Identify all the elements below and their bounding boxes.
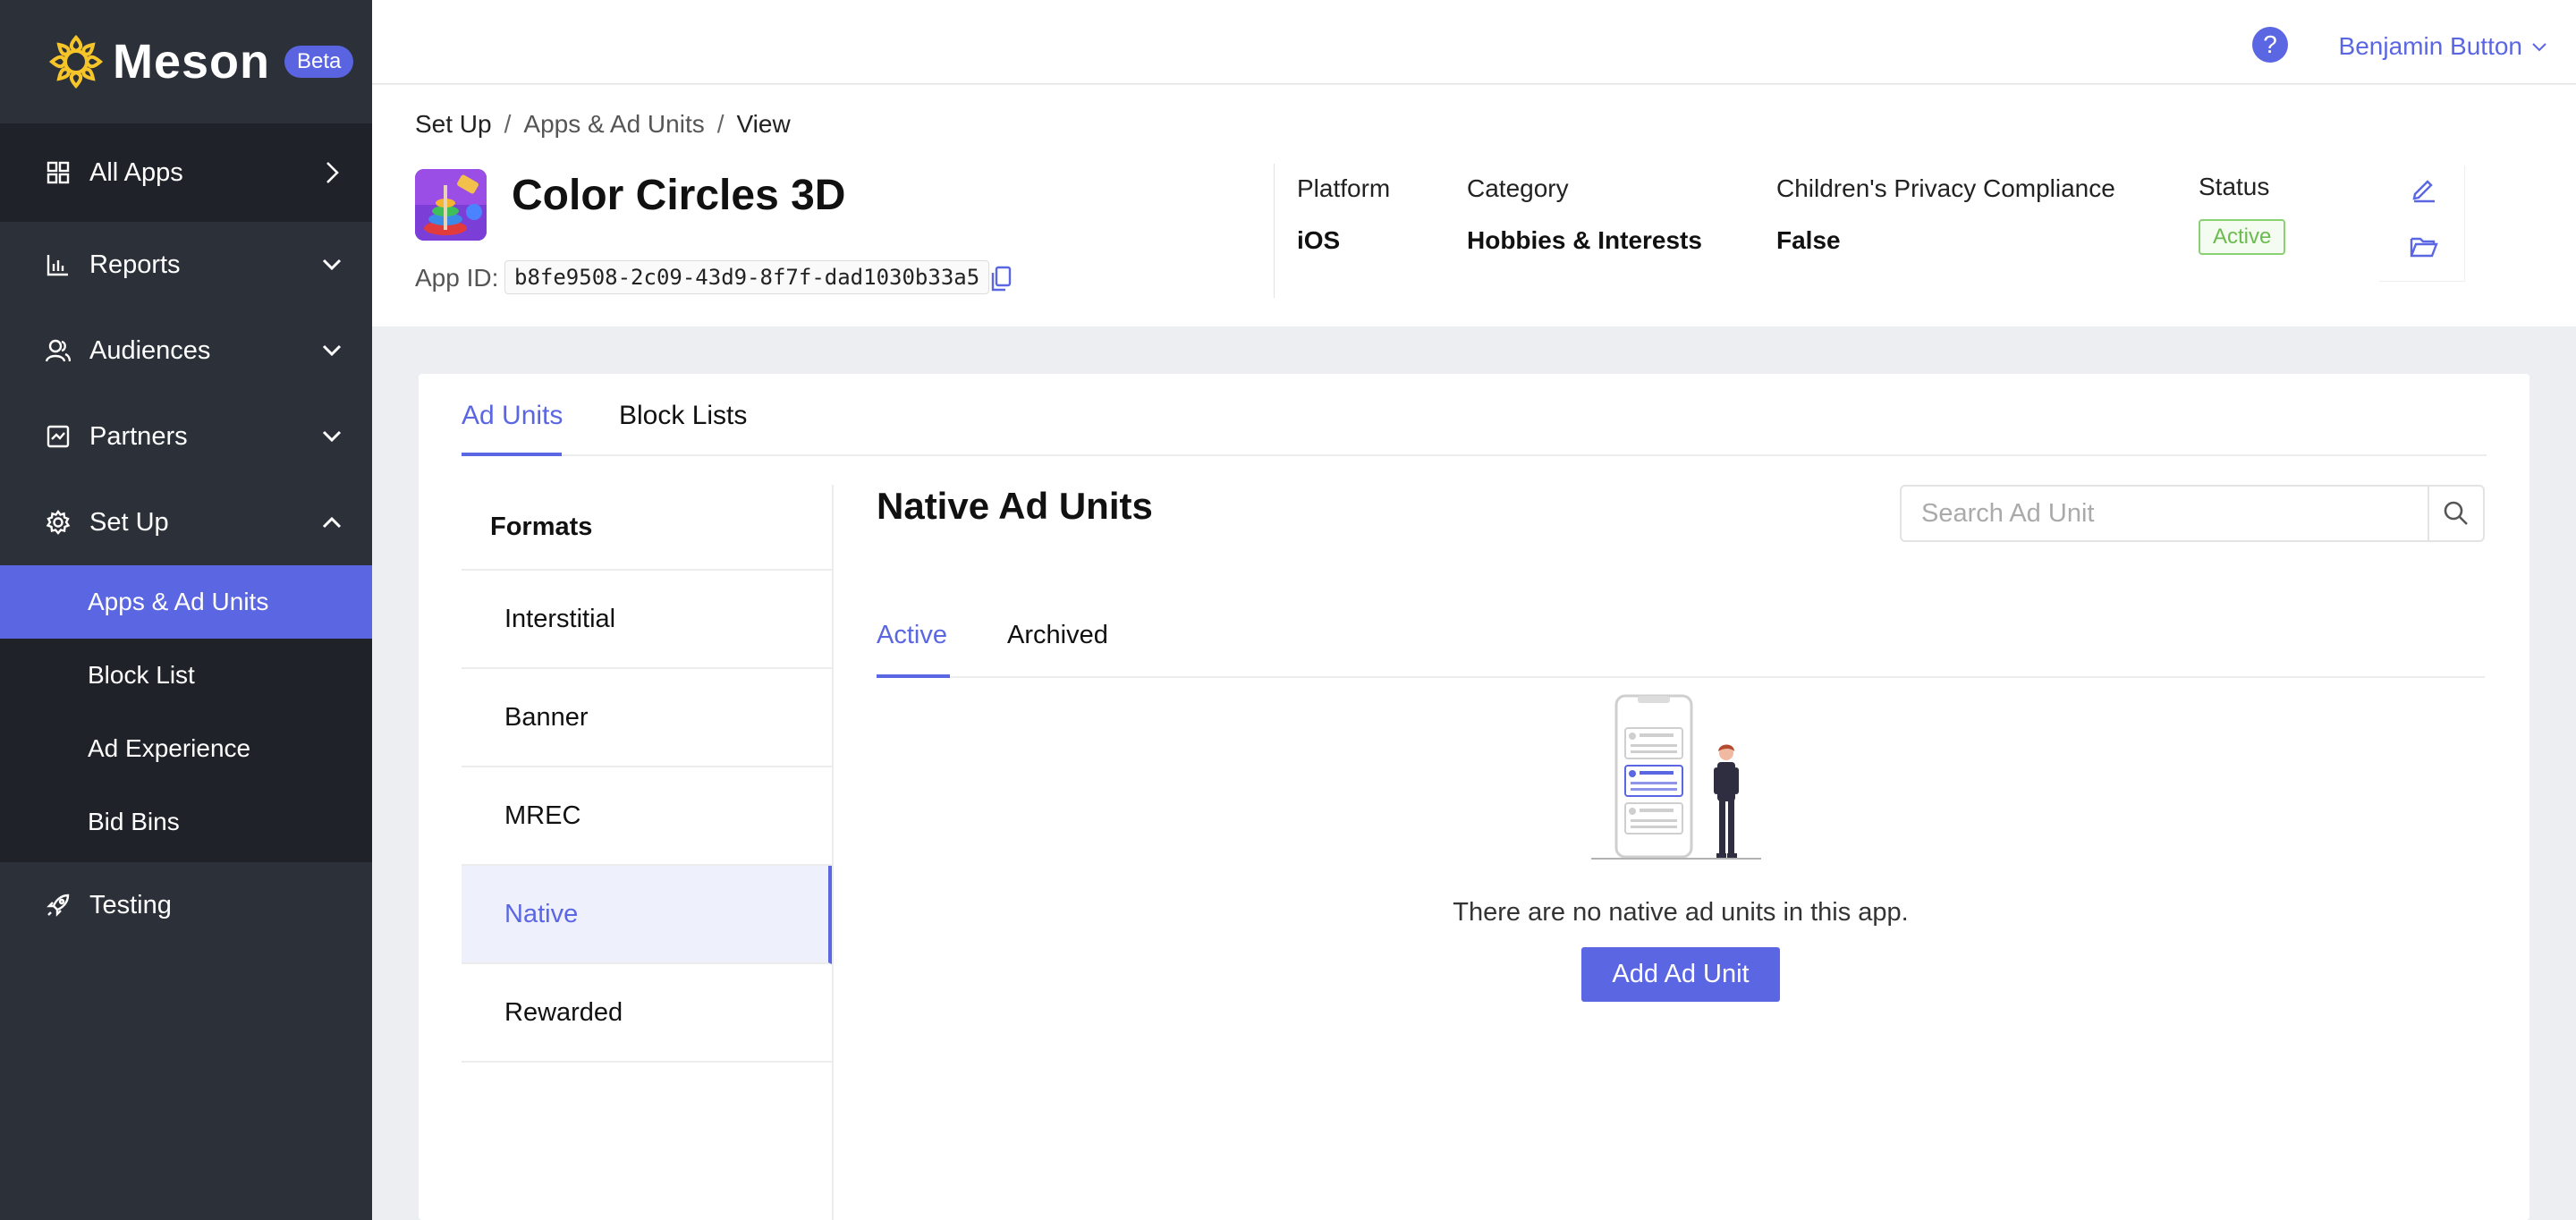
app-id-label: App ID: (415, 264, 499, 292)
sidebar-item-label: Partners (89, 421, 188, 451)
search-icon (2444, 501, 2468, 525)
rocket-icon (45, 892, 72, 919)
grid-icon (45, 159, 72, 186)
breadcrumb-separator: / (716, 110, 724, 138)
brand-name: Meson (113, 35, 271, 89)
formats-list: Formats Interstitial Banner MREC Native … (462, 485, 832, 1063)
sidebar-item-reports[interactable]: Reports (0, 222, 372, 308)
panel-title: Native Ad Units (877, 485, 1153, 527)
search-input[interactable] (1902, 487, 2429, 540)
meta-platform: Platform iOS (1297, 174, 1390, 255)
status-tabs: Active Archived (877, 596, 2485, 678)
format-banner[interactable]: Banner (462, 669, 832, 767)
setup-submenu: Apps & Ad Units Block List Ad Experience… (0, 565, 372, 862)
tab-archived[interactable]: Archived (1007, 621, 1108, 650)
privacy-label: Children's Privacy Compliance (1776, 174, 2115, 202)
tab-active[interactable]: Active (877, 621, 947, 650)
subtab-active-indicator (877, 674, 950, 678)
sidebar-item-audiences[interactable]: Audiences (0, 308, 372, 394)
edit-icon[interactable] (2410, 174, 2438, 203)
status-badge: Active (2199, 219, 2286, 255)
sidebar-item-partners[interactable]: Partners (0, 394, 372, 479)
user-name: Benjamin Button (2338, 32, 2522, 60)
sidebar-item-label: Audiences (89, 335, 211, 365)
empty-state: There are no native ad units in this app… (877, 692, 2485, 1002)
sidebar-item-all-apps[interactable]: All Apps (0, 123, 372, 222)
sidebar: Meson Beta All Apps Reports Audiences Pa… (0, 0, 372, 1220)
sidebar-item-testing[interactable]: Testing (0, 862, 372, 948)
app-icon (415, 169, 487, 241)
user-menu[interactable]: Benjamin Button (2339, 32, 2547, 61)
content-card: Ad Units Block Lists Formats Interstitia… (419, 374, 2529, 1220)
app-title: Color Circles 3D (512, 172, 846, 219)
sidebar-item-label: All Apps (89, 157, 183, 187)
top-bar: ? Benjamin Button (372, 0, 2576, 84)
folder-open-icon[interactable] (2410, 232, 2438, 260)
chevron-down-icon (322, 255, 342, 275)
sidebar-item-label: Testing (89, 890, 172, 919)
search-box (1900, 485, 2485, 542)
breadcrumb-setup[interactable]: Set Up (415, 110, 492, 138)
tab-block-lists[interactable]: Block Lists (619, 401, 747, 431)
app-header: Set Up / Apps & Ad Units / View Color Circle… (372, 85, 2576, 326)
format-mrec[interactable]: MREC (462, 767, 832, 866)
main-tabs: Ad Units Block Lists (462, 374, 2487, 456)
chevron-down-icon (322, 427, 342, 446)
search-button[interactable] (2428, 487, 2483, 540)
platform-value: iOS (1297, 226, 1341, 254)
sidebar-subitem-block-list[interactable]: Block List (0, 639, 372, 712)
bar-chart-icon (45, 251, 72, 278)
logo-area: Meson Beta (0, 0, 372, 123)
breadcrumb-separator: / (504, 110, 512, 138)
breadcrumb-apps-ad-units[interactable]: Apps & Ad Units (523, 110, 704, 138)
vertical-divider (832, 485, 834, 1220)
chevron-down-icon (2532, 43, 2546, 52)
tab-ad-units[interactable]: Ad Units (462, 401, 563, 431)
breadcrumb: Set Up / Apps & Ad Units / View (415, 110, 791, 139)
sidebar-subitem-ad-experience[interactable]: Ad Experience (0, 712, 372, 785)
format-interstitial[interactable]: Interstitial (462, 571, 832, 669)
gear-icon (45, 509, 72, 536)
format-native[interactable]: Native (462, 866, 832, 964)
category-value: Hobbies & Interests (1467, 226, 1702, 254)
chevron-down-icon (322, 341, 342, 360)
category-label: Category (1467, 174, 1569, 202)
breadcrumb-view: View (736, 110, 791, 138)
empty-illustration (1591, 694, 1761, 860)
app-id-value: b8fe9508-2c09-43d9-8f7f-dad1030b33a5 (504, 260, 990, 294)
tab-label: Block Lists (619, 401, 748, 430)
sidebar-subitem-bid-bins[interactable]: Bid Bins (0, 785, 372, 859)
tab-active-indicator (462, 453, 562, 456)
platform-label: Platform (1297, 174, 1391, 202)
meta-privacy: Children's Privacy Compliance False (1776, 174, 2115, 255)
format-rewarded[interactable]: Rewarded (462, 964, 832, 1063)
sidebar-item-setup[interactable]: Set Up (0, 479, 372, 565)
chevron-right-icon (322, 162, 342, 183)
formats-heading: Formats (462, 485, 832, 571)
meta-divider (1274, 164, 1275, 298)
meta-status: Status Active (2199, 173, 2286, 255)
copy-icon[interactable] (989, 266, 1013, 292)
sidebar-subitem-apps-ad-units[interactable]: Apps & Ad Units (0, 565, 372, 639)
add-ad-unit-button[interactable]: Add Ad Unit (1581, 947, 1780, 1002)
empty-state-message: There are no native ad units in this app… (1453, 898, 1909, 927)
privacy-value: False (1776, 226, 1841, 254)
help-icon[interactable]: ? (2252, 27, 2288, 63)
sidebar-item-label: Set Up (89, 507, 169, 537)
tab-label: Ad Units (462, 401, 564, 430)
partners-icon (45, 423, 72, 450)
meson-logo-icon (48, 34, 104, 89)
status-label: Status (2199, 173, 2270, 200)
sidebar-item-label: Reports (89, 250, 181, 279)
app-actions (2379, 165, 2465, 282)
meta-category: Category Hobbies & Interests (1467, 174, 1702, 255)
users-icon (45, 337, 72, 364)
beta-badge: Beta (284, 46, 354, 78)
chevron-up-icon (322, 513, 342, 532)
